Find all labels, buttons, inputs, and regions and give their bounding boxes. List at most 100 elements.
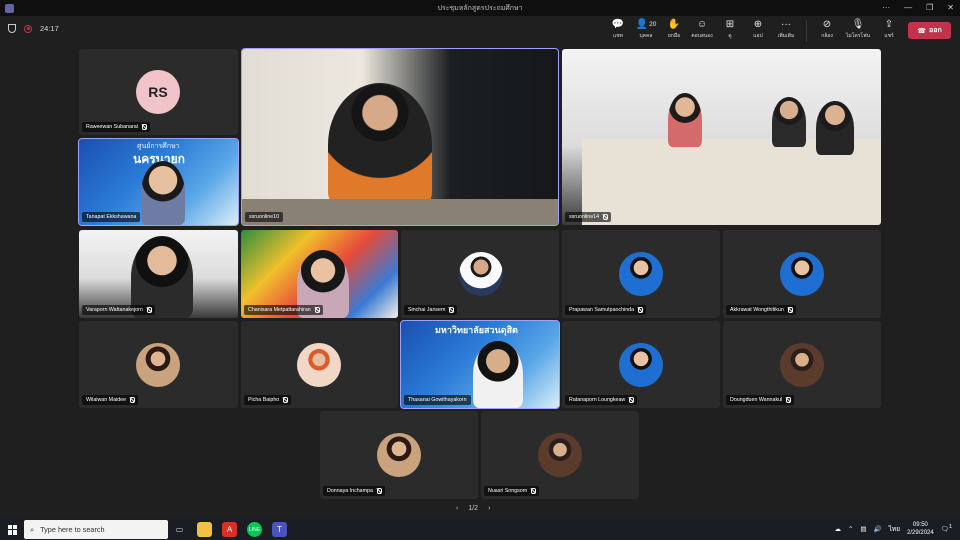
- participant-tile-donnaya[interactable]: Donnaya Inchampa: [320, 411, 478, 499]
- chat-label: แชท: [613, 33, 623, 39]
- mic-muted-icon: [146, 307, 152, 313]
- file-explorer-icon[interactable]: [197, 522, 212, 537]
- mic-off-icon: 🎙: [851, 19, 865, 30]
- people-count: 20: [649, 21, 657, 28]
- participant-name-tag: Ratanaporn Loungkeaw: [565, 395, 638, 405]
- chat-button[interactable]: 💬 แชท: [604, 18, 632, 44]
- page-indicator: 1/2: [468, 505, 479, 512]
- maximize-button[interactable]: ❐: [926, 0, 933, 16]
- clock-date: 2/29/2024: [907, 530, 934, 536]
- mic-muted-icon: [448, 307, 455, 313]
- participant-name-tag: Prapawan Samutpaochinda: [565, 305, 647, 315]
- taskbar-search[interactable]: ⌕ Type here to search: [24, 520, 168, 539]
- mic-muted-icon: [530, 488, 537, 494]
- window-titlebar: ประชุมหลักสูตรประถมศึกษา ··· — ❐ ✕: [0, 0, 960, 16]
- participant-tile-thasanai[interactable]: มหาวิทยาลัยสวนดุสิต Thasanai Gowithayako…: [400, 320, 560, 409]
- raise-hand-icon: ✋: [667, 19, 681, 30]
- window-more-button[interactable]: ···: [882, 0, 890, 16]
- participant-tile-ratanaporn[interactable]: Ratanaporn Loungkeaw: [562, 321, 720, 408]
- participant-tile-varaporn[interactable]: Varaporn Wattanakejorn: [79, 230, 238, 318]
- more-label: เพิ่มเติม: [777, 33, 795, 39]
- participant-name-tag: ssruonline10: [245, 212, 284, 222]
- view-label: ดู: [728, 33, 732, 39]
- line-app-icon[interactable]: LINE: [247, 522, 262, 537]
- participant-video: [141, 161, 185, 225]
- participant-name-tag: Tanapat Ekkshawana: [82, 212, 141, 222]
- apps-button[interactable]: ⊕ แอป: [744, 18, 772, 44]
- task-view-icon[interactable]: ▭: [172, 522, 187, 537]
- participant-tile-prapawan[interactable]: Prapawan Samutpaochinda: [562, 230, 720, 318]
- participant-name: Tanapat Ekkshawana: [86, 214, 137, 220]
- video-banner-title: มหาวิทยาลัยสวนดุสิต: [435, 325, 518, 335]
- participant-tile-nuasri[interactable]: Nuasri Songsom: [481, 411, 639, 499]
- meeting-toolbar: 24:17 💬 แชท 👤 20 บุคคล ✋ ยกมือ ☺ ตอบสนอง …: [0, 16, 960, 46]
- windows-start-button[interactable]: [8, 524, 18, 535]
- participant-video: [772, 97, 806, 147]
- mic-muted-icon: [282, 397, 289, 403]
- participant-tile-wilaiwan[interactable]: Wilaiwan Maidee: [79, 321, 238, 408]
- mic-muted-icon: [602, 214, 609, 220]
- leave-label: ออก: [929, 27, 942, 34]
- mic-button[interactable]: 🎙 ไมโครโฟน: [841, 18, 875, 44]
- raise-hand-button[interactable]: ✋ ยกมือ: [660, 18, 688, 44]
- participant-name-tag: Wilaiwan Maidee: [82, 395, 139, 405]
- meeting-timer: 24:17: [40, 24, 59, 33]
- people-button[interactable]: 👤 20 บุคคล: [632, 18, 660, 44]
- participant-tile-chanisara[interactable]: Chanisara Metpattarahiran: [241, 230, 398, 318]
- react-button[interactable]: ☺ ตอบสนอง: [688, 18, 716, 44]
- participant-name: Picha Baipho: [248, 397, 280, 403]
- participant-tile-ssruonline14[interactable]: ssruonline14: [562, 49, 881, 225]
- avatar: [297, 343, 341, 387]
- minimize-button[interactable]: —: [904, 0, 912, 16]
- avatar: [377, 433, 421, 477]
- clock-time: 09:50: [912, 522, 928, 528]
- participant-name: Chanisara Metpattarahiran: [248, 307, 311, 313]
- participant-tile-picha[interactable]: Picha Baipho: [241, 321, 398, 408]
- prev-page-button[interactable]: ‹: [456, 505, 458, 512]
- input-language[interactable]: ไทย: [889, 524, 900, 534]
- mic-muted-icon: [129, 397, 136, 403]
- chevron-up-icon[interactable]: ⌃: [848, 525, 853, 533]
- participant-name-tag: Doungduen Wannakul: [726, 395, 795, 405]
- avatar: [780, 343, 824, 387]
- share-button[interactable]: ⇪ แชร์: [875, 18, 903, 44]
- system-clock[interactable]: 09:50 2/29/2024: [907, 521, 934, 537]
- network-icon[interactable]: ▤: [860, 525, 866, 533]
- participant-tile-raweewan[interactable]: RS Raweewan Subanarat: [79, 49, 238, 135]
- participant-name-tag: Nuasri Songsom: [484, 486, 540, 496]
- participant-name-tag: Raweewan Subanarat: [82, 122, 151, 132]
- participant-name-tag: Sinchai Jansem: [404, 305, 458, 315]
- mic-muted-icon: [785, 397, 792, 403]
- windows-taskbar: ⌕ Type here to search ▭ A LINE T ☁ ⌃ ▤ 🔊…: [0, 519, 960, 540]
- volume-icon[interactable]: 🔊: [874, 525, 882, 533]
- leave-button[interactable]: ☎ ออก: [908, 22, 951, 39]
- participant-tile-tanapat[interactable]: ศูนย์การศึกษา นครนายก Tanapat Ekkshawana: [78, 138, 239, 226]
- participant-tile-sinchai[interactable]: Sinchai Jansem: [401, 230, 559, 318]
- participant-tile-akkrawat[interactable]: Akkrawat Wongthitikun: [723, 230, 881, 318]
- participant-name: Nuasri Songsom: [488, 488, 528, 494]
- avatar: [780, 252, 824, 296]
- participant-name: Akkrawat Wongthitikun: [730, 307, 784, 313]
- avatar: [619, 343, 663, 387]
- phone-hangup-icon: ☎: [917, 27, 927, 35]
- participant-name: Doungduen Wannakul: [730, 397, 783, 403]
- next-page-button[interactable]: ›: [488, 505, 490, 512]
- mic-label: ไมโครโฟน: [845, 33, 871, 39]
- avatar: [619, 252, 663, 296]
- weather-icon[interactable]: ☁: [834, 525, 841, 533]
- mic-muted-icon: [628, 397, 635, 403]
- camera-button[interactable]: ⊘ กล้อง: [813, 18, 841, 44]
- pdf-reader-icon[interactable]: A: [222, 522, 237, 537]
- more-button[interactable]: ··· เพิ่มเติม: [772, 18, 800, 44]
- close-window-button[interactable]: ✕: [947, 0, 954, 16]
- mic-muted-icon: [376, 488, 382, 494]
- search-icon: ⌕: [30, 524, 35, 534]
- participant-tile-doungduen[interactable]: Doungduen Wannakul: [723, 321, 881, 408]
- participant-name: Donnaya Inchampa: [327, 488, 373, 494]
- participant-name: Prapawan Samutpaochinda: [569, 307, 635, 313]
- notification-icon[interactable]: 🗨1: [941, 524, 952, 533]
- view-button[interactable]: ⊞ ดู: [716, 18, 744, 44]
- participant-tile-ssruonline10[interactable]: ssruonline10: [241, 48, 559, 226]
- participant-name: Raweewan Subanarat: [86, 124, 139, 130]
- teams-taskbar-icon[interactable]: T: [272, 522, 287, 537]
